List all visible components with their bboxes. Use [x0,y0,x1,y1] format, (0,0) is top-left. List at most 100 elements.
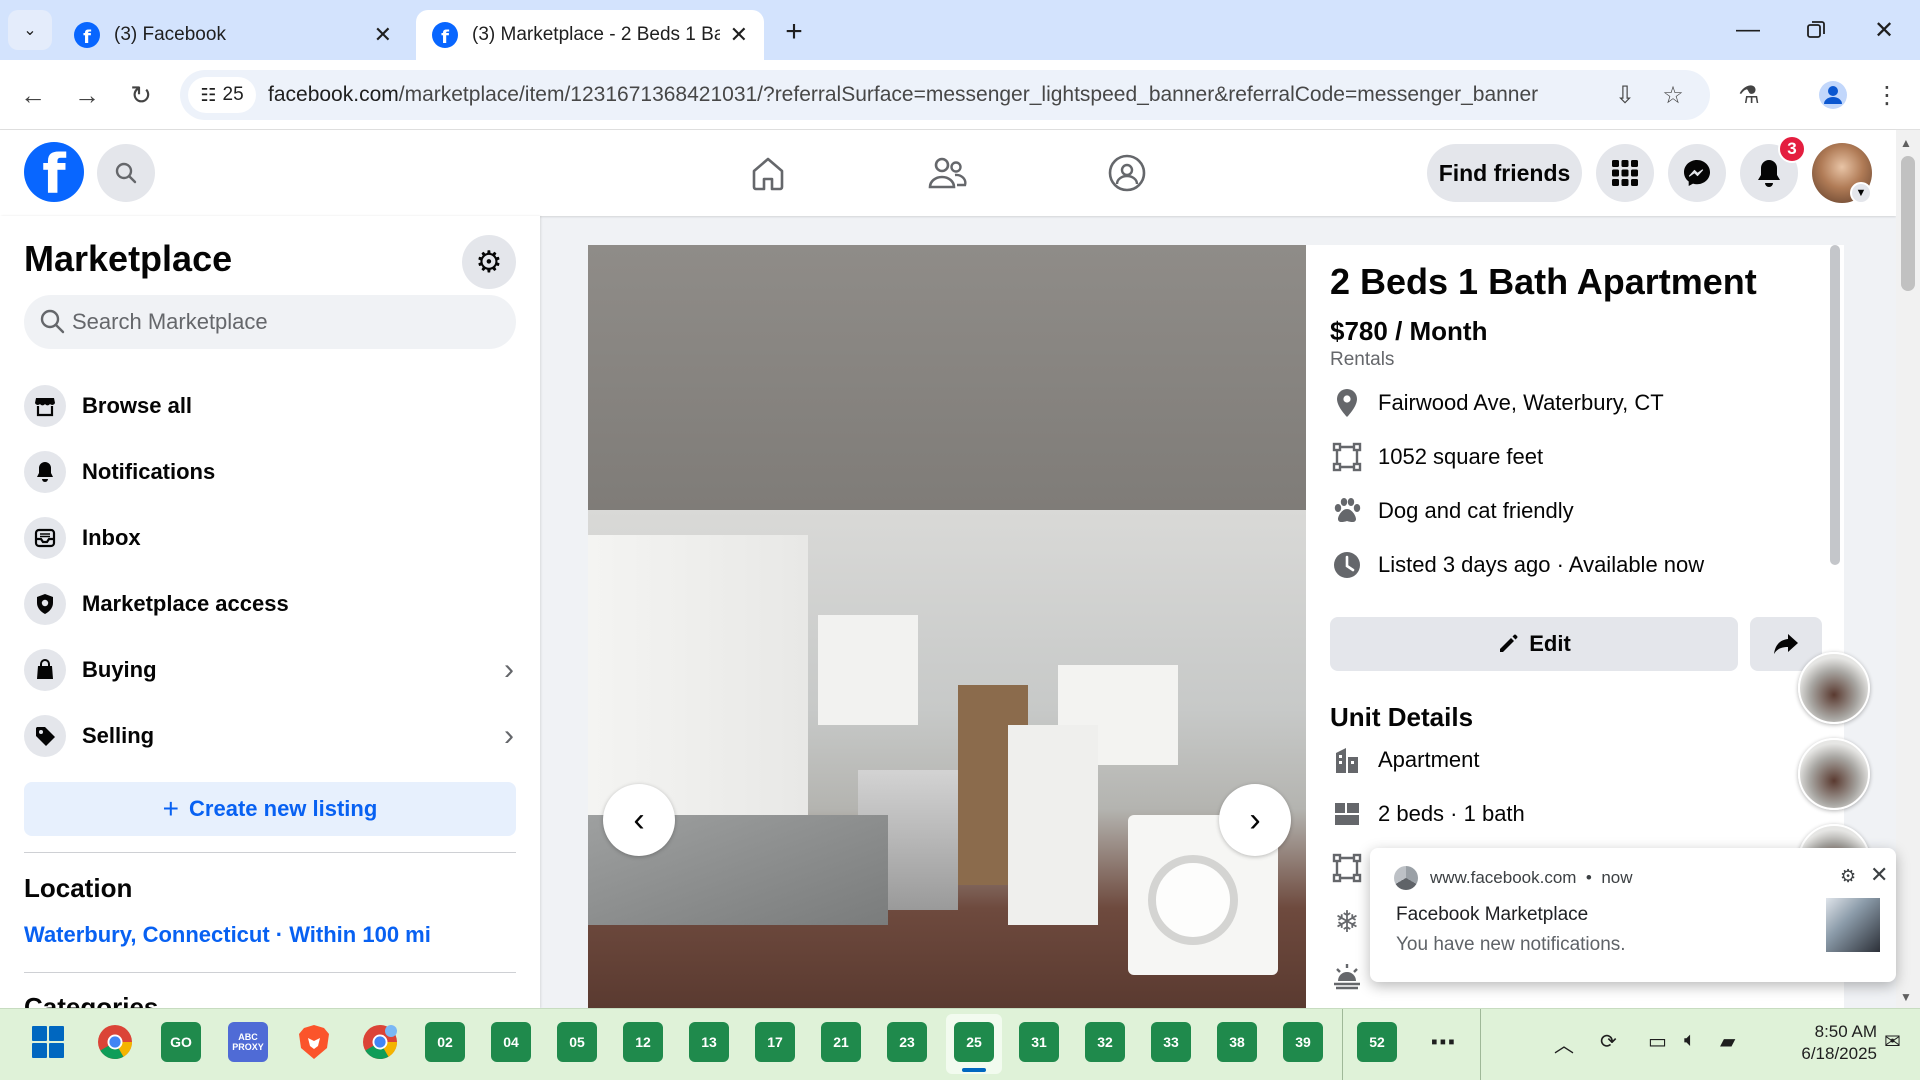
profile-button[interactable] [1812,74,1854,116]
taskbar-app-go[interactable]: GO [161,1022,201,1062]
similar-listing-thumbnail[interactable] [1798,738,1870,810]
grid-menu-icon [1612,160,1638,186]
network-icon[interactable]: ▭ [1648,1029,1667,1054]
back-button[interactable]: ← [12,74,54,116]
address-bar[interactable]: ☷ 25 facebook.com/marketplace/item/12316… [180,70,1710,120]
chevron-down-icon[interactable]: ▼ [1850,182,1872,204]
sidebar-item-browse-all[interactable]: Browse all [16,376,524,436]
sidebar-item-label: Inbox [82,525,141,550]
browser-toolbar: ← → ↻ ☷ 25 facebook.com/marketplace/item… [0,60,1920,130]
taskbar-chrome[interactable] [95,1022,135,1062]
reload-button[interactable]: ↻ [120,74,162,116]
find-friends-button[interactable]: Find friends [1427,144,1582,202]
restore-button[interactable] [1788,8,1844,52]
friends-nav-button[interactable] [922,148,972,198]
taskbar-app-badge[interactable]: 12 [623,1022,663,1062]
close-icon[interactable]: ✕ [374,22,392,48]
scroll-down-icon[interactable]: ▼ [1900,990,1912,1004]
facebook-search-button[interactable] [97,144,155,202]
taskbar-app-badge[interactable]: 32 [1085,1022,1125,1062]
close-icon[interactable]: ✕ [1870,862,1888,888]
volume-icon[interactable]: 🔈︎ [1684,1029,1696,1052]
sidebar-item-notifications[interactable]: Notifications [16,442,524,502]
minimize-button[interactable]: — [1720,8,1776,52]
battery-icon[interactable]: ▰ [1720,1029,1735,1054]
close-icon[interactable]: ✕ [730,22,748,48]
taskbar-abc-proxy[interactable]: ABC PROXY [228,1022,268,1062]
taskbar-app-badge[interactable]: 17 [755,1022,795,1062]
listing-category[interactable]: Rentals [1330,349,1394,371]
tab-search-button[interactable]: ⌄ [8,10,52,50]
browser-menu-button[interactable]: ⋮ [1866,74,1908,116]
search-marketplace-input[interactable] [72,295,502,349]
taskbar-overflow-button[interactable]: ⋯ [1423,1022,1463,1062]
install-app-icon[interactable]: ⇩ [1610,80,1640,110]
next-photo-button[interactable]: › [1219,784,1291,856]
close-window-button[interactable]: ✕ [1856,8,1912,52]
page-scrollbar[interactable]: ▲ ▼ [1896,130,1920,1008]
taskbar-app-badge[interactable]: 21 [821,1022,861,1062]
photo-washer-door [1148,855,1238,945]
reload-icon: ↻ [130,79,152,110]
toast-origin-host: www.facebook.com [1430,868,1577,887]
taskbar-app-badge[interactable]: 33 [1151,1022,1191,1062]
sidebar-item-inbox[interactable]: Inbox [16,508,524,568]
tab-facebook[interactable]: f (3) Facebook ✕ [58,10,408,60]
marketplace-settings-button[interactable]: ⚙ [462,235,516,289]
details-scrollbar[interactable] [1830,245,1840,565]
system-clock[interactable]: 8:50 AM 6/18/2025 [1765,1021,1877,1065]
location-link[interactable]: Waterbury, Connecticut · Within 100 mi [24,922,431,948]
bell-icon [24,451,66,493]
facebook-logo[interactable]: f [24,142,84,202]
groups-nav-button[interactable] [1102,148,1152,198]
taskbar-app-badge[interactable]: 39 [1283,1022,1323,1062]
taskbar-app-badge[interactable]: 13 [689,1022,729,1062]
notification-center-icon[interactable]: ✉︎ [1884,1029,1901,1054]
url-text[interactable]: facebook.com/marketplace/item/1231671368… [268,83,1608,107]
sidebar-item-buying[interactable]: Buying › [16,640,524,700]
menu-button[interactable] [1596,144,1654,202]
taskbar-app-badge[interactable]: 52 [1357,1022,1397,1062]
sync-icon[interactable]: ⟳ [1600,1029,1617,1054]
arrow-right-icon: → [74,79,100,110]
taskbar-app-badge[interactable]: 04 [491,1022,531,1062]
taskbar-brave[interactable] [294,1022,334,1062]
home-nav-button[interactable] [743,148,793,198]
gear-icon[interactable]: ⚙ [1840,866,1856,887]
clock-date: 6/18/2025 [1801,1044,1877,1063]
taskbar-app-badge-active[interactable]: 25 [954,1022,994,1062]
similar-listing-thumbnail[interactable] [1798,652,1870,724]
taskbar-app-badge[interactable]: 31 [1019,1022,1059,1062]
taskbar-app-badge[interactable]: 23 [887,1022,927,1062]
edit-listing-button[interactable]: Edit [1330,617,1738,671]
notification-toast[interactable]: www.facebook.com • now ⚙ ✕ Facebook Mark… [1370,848,1896,982]
new-tab-button[interactable]: + [776,14,812,50]
forward-button[interactable]: → [66,74,108,116]
listing-photo[interactable] [588,245,1306,1008]
messenger-button[interactable] [1668,144,1726,202]
site-info-button[interactable]: ☷ 25 [188,77,256,113]
friends-icon [928,157,967,189]
taskbar-app-badge[interactable]: 05 [557,1022,597,1062]
scrollbar-thumb[interactable] [1901,156,1915,291]
previous-photo-button[interactable]: ‹ [603,784,675,856]
tab-marketplace[interactable]: f (3) Marketplace - 2 Beds 1 Bath ✕ [416,10,764,60]
sidebar-item-marketplace-access[interactable]: Marketplace access [16,574,524,634]
sidebar-item-selling[interactable]: Selling › [16,706,524,766]
taskbar-chrome-profile[interactable] [360,1022,400,1062]
taskbar-app-badge[interactable]: 38 [1217,1022,1257,1062]
taskbar-app-badge[interactable]: 02 [425,1022,465,1062]
create-new-listing-button[interactable]: + Create new listing [24,782,516,836]
sidebar-item-label: Marketplace access [82,591,289,616]
sidebar-divider [24,972,516,973]
chevron-up-icon[interactable]: ︿ [1554,1029,1574,1058]
unit-detail-type: Apartment [1330,742,1480,778]
home-icon [752,157,784,191]
scroll-up-icon[interactable]: ▲ [1900,136,1912,150]
bookmark-star-icon[interactable]: ☆ [1658,80,1688,110]
listing-fact-text[interactable]: Fairwood Ave, Waterbury, CT [1378,390,1664,416]
taskbar-separator [1480,1009,1481,1080]
labs-flask-icon[interactable]: ⚗ [1728,74,1770,116]
start-button[interactable] [28,1022,68,1062]
share-arrow-icon [1774,634,1798,654]
